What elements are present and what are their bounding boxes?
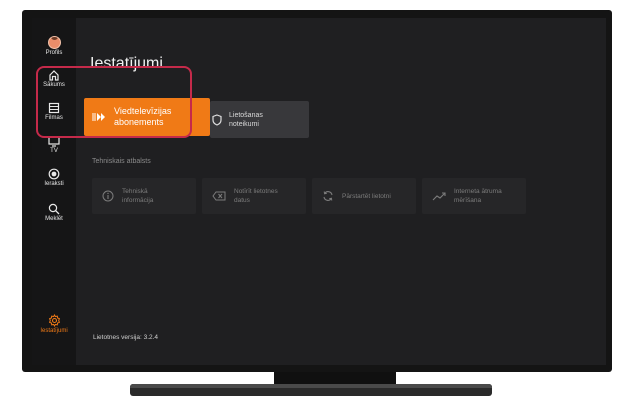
play-forward-icon (92, 113, 105, 121)
sidebar-item-recordings[interactable]: Ieraksti (32, 168, 76, 187)
app-version: Lietotnes versija: 3.2.4 (93, 334, 159, 341)
subscription-tile-label: Viedtelevīzijas abonements (114, 106, 172, 127)
sidebar-item-label: Ieraksti (44, 181, 64, 187)
sidebar-item-label: Meklēt (45, 216, 63, 222)
sidebar-item-movies[interactable]: Filmas (32, 102, 76, 121)
sidebar-item-label: TV (50, 148, 58, 154)
page-title: Iestatījumi (90, 55, 163, 72)
search-icon (48, 203, 60, 215)
sidebar: Profils Sākums Filmas TV Ieraksti Meklēt… (32, 18, 76, 365)
tv-icon (48, 136, 60, 147)
shield-icon (212, 113, 222, 126)
tv-stand-neck (274, 372, 396, 384)
sidebar-item-label: Sākums (43, 82, 65, 88)
subscription-tile[interactable]: Viedtelevīzijas abonements (84, 98, 210, 136)
tv-screen: Profils Sākums Filmas TV Ieraksti Meklēt… (32, 18, 606, 365)
restart-app-label: Pārstartēt lietotni (342, 192, 391, 200)
speed-test-tile[interactable]: Interneta ātruma mērīšana (422, 178, 526, 214)
clear-icon (212, 191, 226, 201)
record-icon (48, 168, 60, 180)
sidebar-item-label: Iestatījumi (40, 328, 68, 334)
clear-data-tile[interactable]: Notīrīt lietotnes datus (202, 178, 306, 214)
terms-tile-label: Lietošanas noteikumi (229, 111, 263, 128)
terms-tile[interactable]: Lietošanas noteikumi (210, 101, 309, 138)
sidebar-item-tv[interactable]: TV (32, 135, 76, 154)
restart-app-tile[interactable]: Pārstartēt lietotni (312, 178, 416, 214)
gear-icon (48, 314, 60, 327)
tv-stand-base (130, 384, 492, 396)
film-icon (48, 102, 60, 114)
sidebar-item-settings[interactable]: Iestatījumi (32, 314, 76, 334)
clear-data-label: Notīrīt lietotnes datus (234, 188, 278, 204)
avatar (47, 36, 61, 49)
tech-info-label: Tehniskā informācija (122, 188, 154, 204)
speed-test-label: Interneta ātruma mērīšana (454, 188, 502, 204)
info-icon (102, 190, 114, 202)
tech-info-tile[interactable]: Tehniskā informācija (92, 178, 196, 214)
trend-icon (432, 192, 446, 201)
sidebar-item-label: Profils (45, 50, 63, 56)
sidebar-item-label: Filmas (45, 115, 63, 121)
sidebar-item-search[interactable]: Meklēt (32, 203, 76, 222)
support-section-label: Tehniskais atbalsts (92, 158, 151, 165)
refresh-icon (323, 191, 333, 201)
sidebar-item-home[interactable]: Sākums (32, 69, 76, 88)
home-icon (49, 70, 59, 81)
sidebar-item-profile[interactable]: Profils (32, 36, 76, 56)
